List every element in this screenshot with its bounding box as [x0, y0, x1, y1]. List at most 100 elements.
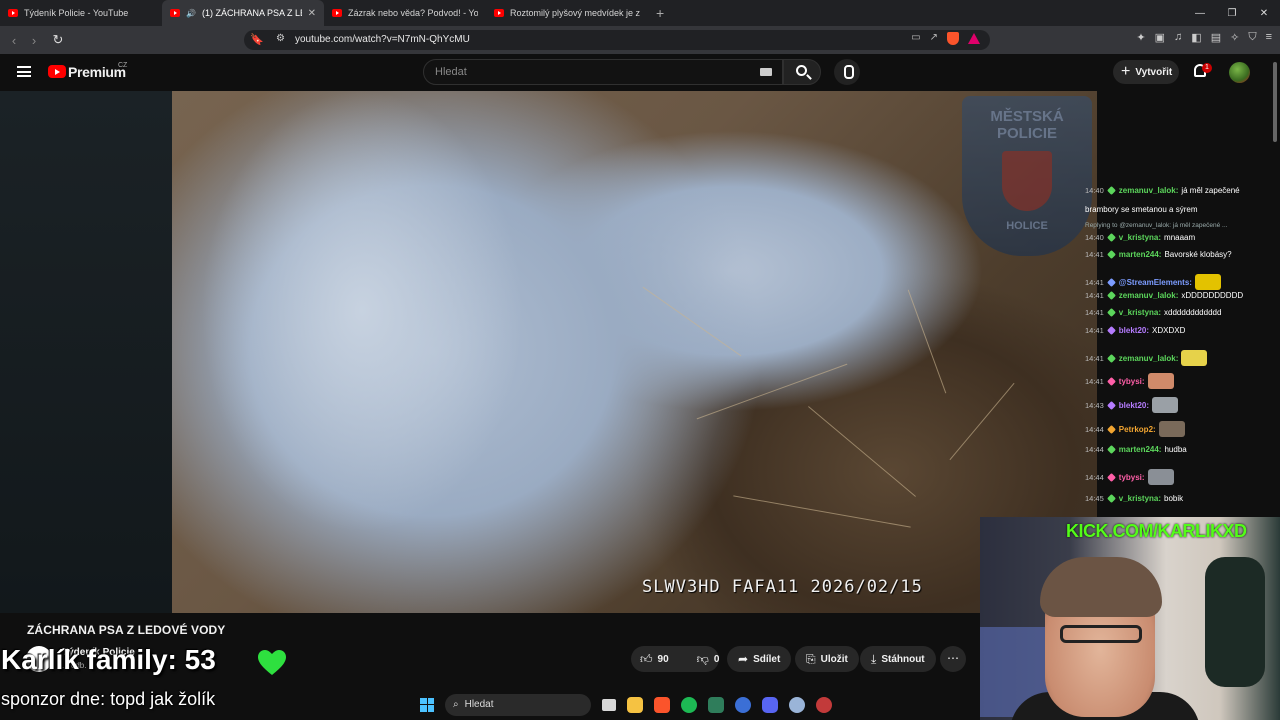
site-info-icon[interactable]: ⚙ [276, 33, 285, 44]
chat-message: 14:44 marten244: hudba [1085, 445, 1273, 454]
brave-shields-icon[interactable] [947, 32, 959, 45]
page-scrollbar[interactable] [1272, 62, 1278, 262]
download-label: Stáhnout [881, 653, 925, 665]
wallet-icon[interactable]: ▤ [1211, 31, 1221, 44]
chat-timestamp: 14:41 [1085, 376, 1104, 386]
chat-username[interactable]: v_kristyna: [1119, 233, 1161, 242]
chrome-like-icon[interactable] [735, 696, 751, 713]
save-button[interactable]: ⎘ Uložit [795, 646, 859, 672]
bookmark-icon[interactable]: 🔖 [250, 33, 264, 46]
leo-ai-icon[interactable]: ✧ [1230, 31, 1239, 44]
chat-username[interactable]: tybysi: [1119, 377, 1145, 386]
file-explorer-icon[interactable] [627, 696, 643, 713]
create-button[interactable]: + Vytvořit [1113, 60, 1179, 84]
thumbs-down-icon: 👎︎ [696, 651, 709, 666]
chat-badge-icon [1106, 400, 1116, 410]
url-bar-actions: ▭ ↗ [911, 32, 980, 45]
browser-tab-1[interactable]: 🔊 (1) ZÁCHRANA PSA Z LEDOVÉ VODY ✕ [162, 0, 324, 26]
app-c-icon[interactable] [789, 696, 805, 713]
task-view-icon[interactable] [602, 698, 616, 711]
extensions-icon[interactable]: ✦ [1136, 31, 1145, 44]
chat-username[interactable]: v_kristyna: [1119, 308, 1161, 317]
chat-text: XDXDXD [1152, 326, 1186, 335]
vpn-icon[interactable]: ⛉ [1248, 31, 1256, 44]
chat-username[interactable]: marten244: [1119, 250, 1162, 259]
forward-icon[interactable]: › [24, 33, 44, 48]
chat-message: brambory se smetanou a sýrem [1085, 205, 1273, 214]
discord-icon[interactable] [762, 696, 778, 713]
browser-tab-2[interactable]: Zázrak nebo věda? Podvod! - YouTube [324, 0, 486, 26]
windows-start-icon[interactable] [420, 697, 434, 712]
share-icon[interactable]: ↗ [930, 32, 938, 45]
voice-search-mic-icon[interactable] [834, 59, 860, 85]
search-icon [796, 65, 807, 76]
streamer-hair [1040, 557, 1162, 617]
sponsor-text: sponzor dne: topd jak žolík [1, 689, 216, 709]
cast-icon[interactable]: ▭ [911, 32, 920, 45]
browser-tab-3[interactable]: Roztomilý plyšový medvídek je zároveň [486, 0, 648, 26]
keyboard-icon[interactable] [760, 68, 772, 76]
more-actions-icon[interactable]: ⋯ [940, 646, 966, 672]
chat-username[interactable]: @StreamElements: [1119, 278, 1192, 287]
spotify-icon[interactable] [681, 696, 697, 713]
speaker-icon[interactable]: 🔊 [186, 9, 196, 18]
chat-message: 14:44 Petrkop2: [1085, 421, 1273, 437]
media-icon[interactable]: ♫ [1174, 31, 1182, 44]
scrollbar-thumb[interactable] [1273, 62, 1277, 142]
chat-message: 14:41 @StreamElements: [1085, 274, 1273, 290]
close-tab-icon[interactable]: ✕ [308, 8, 316, 19]
url-text[interactable]: youtube.com/watch?v=N7mN-QhYcMU [295, 34, 470, 45]
close-window-icon[interactable]: ✕ [1248, 8, 1280, 19]
chat-message: 14:41 marten244: Bavorské klobásy? [1085, 250, 1273, 259]
browser-tab-strip: Týdeník Policie - YouTube 🔊 (1) ZÁCHRANA… [0, 0, 1280, 26]
chat-username[interactable]: blekt20: [1119, 326, 1149, 335]
dislike-button[interactable]: 👎︎ 0 [688, 646, 729, 672]
editor-app-icon[interactable] [708, 696, 724, 713]
chat-username[interactable]: zemanuv_lalok: [1119, 186, 1179, 195]
search-input[interactable]: Hledat [423, 59, 783, 85]
chat-username[interactable]: v_kristyna: [1119, 494, 1161, 503]
maximize-icon[interactable]: ❐ [1216, 8, 1248, 19]
menu-icon[interactable]: ≡ [1266, 31, 1272, 44]
browser-tab-0[interactable]: Týdeník Policie - YouTube [0, 0, 162, 26]
chat-username[interactable]: zemanuv_lalok: [1119, 291, 1179, 300]
brave-rewards-icon[interactable] [968, 33, 980, 44]
webcam-overlay [980, 517, 1280, 720]
chat-username[interactable]: tybysi: [1119, 473, 1145, 482]
minimize-icon[interactable]: — [1184, 8, 1216, 19]
tab-search-icon[interactable]: ▣ [1155, 31, 1165, 44]
kick-channel-url: KICK.COM/KARLIKXD [1066, 521, 1247, 541]
video-left-bleed [0, 91, 172, 613]
steam-icon[interactable] [816, 696, 832, 713]
like-button[interactable]: 👍︎ 90 [631, 646, 678, 672]
chat-timestamp: 14:41 [1085, 291, 1104, 300]
hamburger-menu-icon[interactable] [17, 66, 31, 77]
tab-label: (1) ZÁCHRANA PSA Z LEDOVÉ VODY [201, 8, 302, 18]
youtube-logo-icon[interactable] [48, 65, 66, 78]
chat-text: Replying to @zemanuv_lalok: já měl zapeč… [1085, 222, 1228, 229]
chat-username[interactable]: Petrkop2: [1119, 425, 1156, 434]
share-button[interactable]: ➦ Sdílet [727, 646, 792, 672]
chat-message: 14:43 blekt20: [1085, 397, 1273, 413]
reload-icon[interactable]: ↻ [48, 32, 68, 48]
green-heart-icon [258, 650, 286, 675]
taskbar-search-label: Hledat [464, 699, 494, 710]
video-player[interactable]: MĚSTSKÁ POLICIE HOLICE SLWV3HD FAFA11 20… [172, 91, 1097, 613]
account-avatar[interactable] [1229, 62, 1250, 83]
url-bar[interactable]: 🔖 ⚙ youtube.com/watch?v=N7mN-QhYcMU ▭ ↗ [244, 30, 990, 50]
back-icon[interactable]: ‹ [4, 33, 24, 48]
chat-username[interactable]: blekt20: [1119, 401, 1149, 410]
brave-browser-icon[interactable] [654, 696, 670, 713]
download-button[interactable]: ⤓ Stáhnout [860, 646, 936, 672]
chat-username[interactable]: zemanuv_lalok: [1119, 354, 1179, 363]
chat-username[interactable]: marten244: [1119, 445, 1162, 454]
chat-timestamp: 14:41 [1085, 326, 1104, 335]
taskbar-search[interactable]: ⌕ Hledat [445, 693, 591, 716]
search-button[interactable] [783, 59, 821, 85]
bookmark-save-icon: ⎘ [806, 651, 816, 666]
chat-timestamp: 14:41 [1085, 308, 1104, 317]
create-label: Vytvořit [1135, 66, 1173, 78]
chat-badge-icon [1106, 494, 1116, 503]
sidebar-icon[interactable]: ◧ [1191, 31, 1201, 44]
new-tab-icon[interactable]: + [648, 5, 672, 21]
